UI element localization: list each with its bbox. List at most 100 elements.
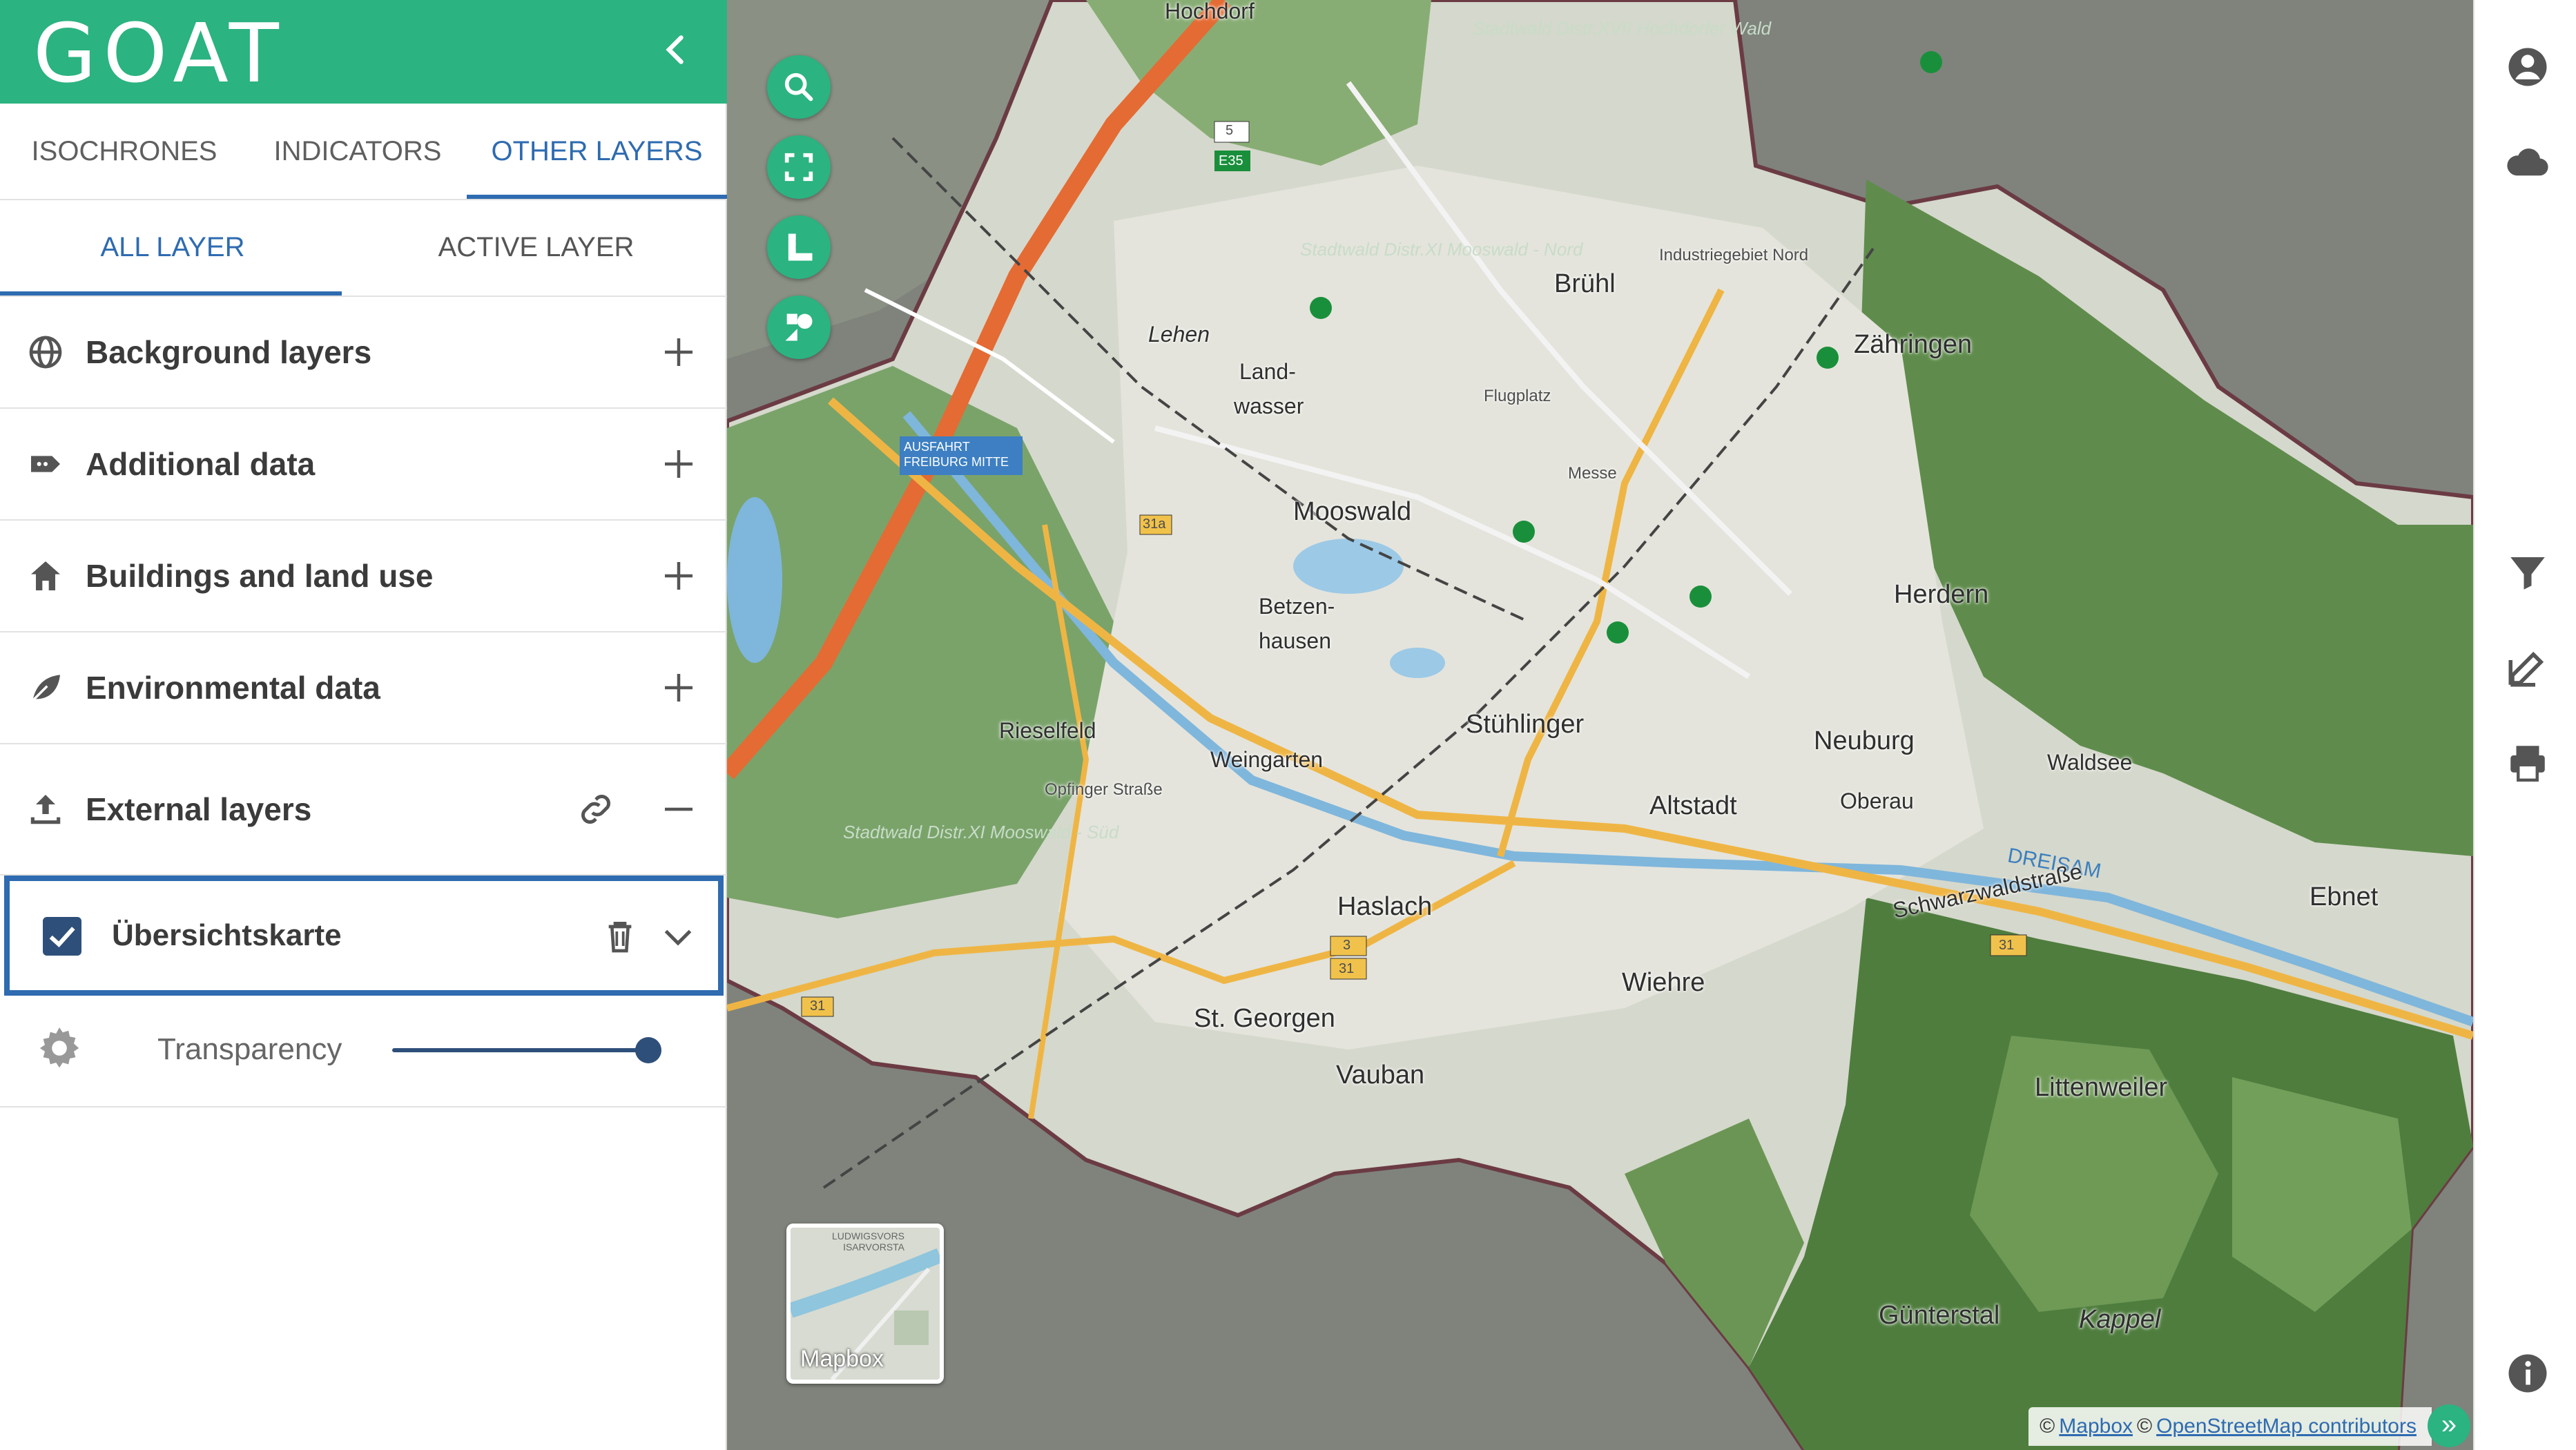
search-icon: [784, 72, 813, 102]
goat-logo: GOAT: [33, 6, 286, 101]
street-label: Opfinger Straße: [1045, 780, 1163, 799]
main-tabs: ISOCHRONES INDICATORS OTHER LAYERS: [0, 104, 727, 200]
subtab-active-layer[interactable]: ACTIVE LAYER: [345, 199, 727, 296]
account-icon[interactable]: [2505, 44, 2550, 90]
place-label: Günterstal: [1879, 1301, 2000, 1330]
place-label: St. Georgen: [1194, 1004, 1335, 1033]
place-label: Brühl: [1554, 269, 1616, 298]
road-shield: E35: [1219, 153, 1243, 168]
home-icon: [31, 561, 60, 590]
place-label: wasser: [1234, 394, 1304, 418]
edit-icon[interactable]: [2505, 645, 2550, 690]
copyright-mark: ©: [2137, 1415, 2153, 1438]
place-label: Haslach: [1337, 892, 1433, 921]
active-subtab-indicator: [0, 291, 342, 296]
road-shield: 31a: [1143, 516, 1166, 532]
map-view[interactable]: Hochdorf Lehen Land- wasser Mooswald Bet…: [727, 0, 2473, 1450]
place-label: Ebnet: [2309, 882, 2379, 911]
group-label: Background layers: [86, 334, 372, 370]
place-label: Herdern: [1894, 580, 1989, 609]
map-tools-button[interactable]: [767, 296, 831, 359]
forest-label: Stadtwald Distr.XVII Hochdorfer Wald: [1473, 18, 1772, 39]
measure-button[interactable]: [767, 215, 831, 279]
place-label: Vauban: [1336, 1061, 1425, 1090]
group-buildings-land-use[interactable]: Buildings and land use: [0, 521, 727, 632]
globe-icon: [29, 336, 62, 369]
layer-settings-row: Transparency: [0, 996, 727, 1108]
collapse-sidebar-button[interactable]: [655, 29, 697, 70]
group-background-layers[interactable]: Background layers: [0, 297, 727, 409]
road-shield: 31: [1999, 938, 2015, 953]
chevron-down-icon[interactable]: [657, 916, 699, 957]
layer-name: Übersichtskarte: [112, 918, 342, 952]
mapbox-link[interactable]: Mapbox: [2059, 1415, 2133, 1438]
osm-link[interactable]: OpenStreetMap contributors: [2156, 1415, 2417, 1438]
attribution-toggle-button[interactable]: »: [2428, 1404, 2470, 1447]
group-additional-data[interactable]: Additional data: [0, 409, 727, 521]
plus-icon[interactable]: [658, 555, 699, 597]
cloud-icon[interactable]: [2505, 139, 2550, 185]
group-label: Buildings and land use: [86, 558, 434, 594]
place-label: Oberau: [1840, 789, 1914, 813]
fullscreen-icon: [784, 153, 813, 182]
subtab-all-layer[interactable]: ALL LAYER: [0, 199, 345, 296]
sidebar: GOAT ISOCHRONES INDICATORS OTHER LAYERS …: [0, 0, 727, 1450]
double-chevron-icon: »: [2441, 1409, 2457, 1440]
goat-app: GOAT ISOCHRONES INDICATORS OTHER LAYERS …: [0, 0, 2576, 1450]
minus-icon[interactable]: [658, 789, 699, 830]
road-shield: 31: [810, 998, 826, 1014]
filter-icon[interactable]: [2505, 550, 2550, 595]
group-label: Environmental data: [86, 670, 380, 706]
chevron-left-icon: [666, 35, 684, 64]
layer-item-uebersichtskarte[interactable]: Übersichtskarte: [4, 876, 724, 996]
group-label: Additional data: [86, 446, 316, 482]
tab-isochrones[interactable]: ISOCHRONES: [0, 104, 249, 199]
place-label: Waldsee: [2047, 750, 2133, 775]
place-label: Kappel: [2079, 1305, 2161, 1334]
leaf-icon: [30, 675, 60, 704]
layer-visibility-checkbox[interactable]: [43, 917, 81, 956]
copyright-mark: ©: [2040, 1415, 2055, 1438]
place-label: Lehen: [1148, 322, 1210, 347]
place-label: Messe: [1568, 464, 1617, 483]
trash-icon[interactable]: [601, 916, 639, 957]
plus-icon[interactable]: [658, 443, 699, 485]
search-button[interactable]: [767, 55, 831, 119]
place-label: Zähringen: [1854, 330, 1973, 359]
map-attribution: © Mapbox © OpenStreetMap contributors: [2028, 1407, 2432, 1446]
place-label: Mooswald: [1293, 497, 1412, 526]
group-external-layers[interactable]: External layers: [0, 744, 727, 876]
minimap-caption: LUDWIGSVORS ISARVORSTA: [832, 1230, 905, 1253]
place-label: Land-: [1239, 359, 1296, 384]
info-icon[interactable]: [2505, 1351, 2550, 1396]
transparency-slider-thumb[interactable]: [635, 1037, 661, 1063]
place-label: Flugplatz: [1484, 387, 1551, 405]
fullscreen-button[interactable]: [767, 135, 831, 199]
group-environmental-data[interactable]: Environmental data: [0, 632, 727, 744]
check-icon: [49, 927, 75, 947]
place-label: Weingarten: [1210, 747, 1324, 772]
gear-icon[interactable]: [35, 1023, 84, 1073]
print-icon[interactable]: [2505, 740, 2550, 786]
place-label: Rieselfeld: [999, 718, 1096, 743]
ruler-icon: [788, 233, 813, 261]
transparency-slider-track[interactable]: [392, 1048, 650, 1052]
forest-label: Stadtwald Distr.XI Mooswald - Nord: [1300, 239, 1583, 260]
tab-other-layers[interactable]: OTHER LAYERS: [467, 104, 727, 199]
basemap-switcher[interactable]: LUDWIGSVORS ISARVORSTA Mapbox: [786, 1224, 944, 1384]
brand-header: GOAT: [0, 0, 727, 104]
place-label: Betzen-: [1259, 594, 1335, 619]
map-basemap: [727, 0, 2473, 1450]
link-icon[interactable]: [575, 789, 617, 830]
road-shield: 5: [1226, 123, 1234, 138]
plus-icon[interactable]: [658, 331, 699, 373]
minimap-label: Mapbox: [800, 1346, 884, 1372]
road-shield: 3: [1343, 938, 1351, 953]
shapes-icon: [785, 313, 813, 341]
place-label: Wiehre: [1622, 968, 1705, 997]
forest-label: Stadtwald Distr.XI Mooswald - Süd: [843, 822, 1119, 842]
tab-indicators[interactable]: INDICATORS: [249, 104, 467, 199]
transparency-label: Transparency: [157, 1032, 342, 1066]
place-label: Stühlinger: [1466, 710, 1585, 739]
plus-icon[interactable]: [658, 667, 699, 708]
